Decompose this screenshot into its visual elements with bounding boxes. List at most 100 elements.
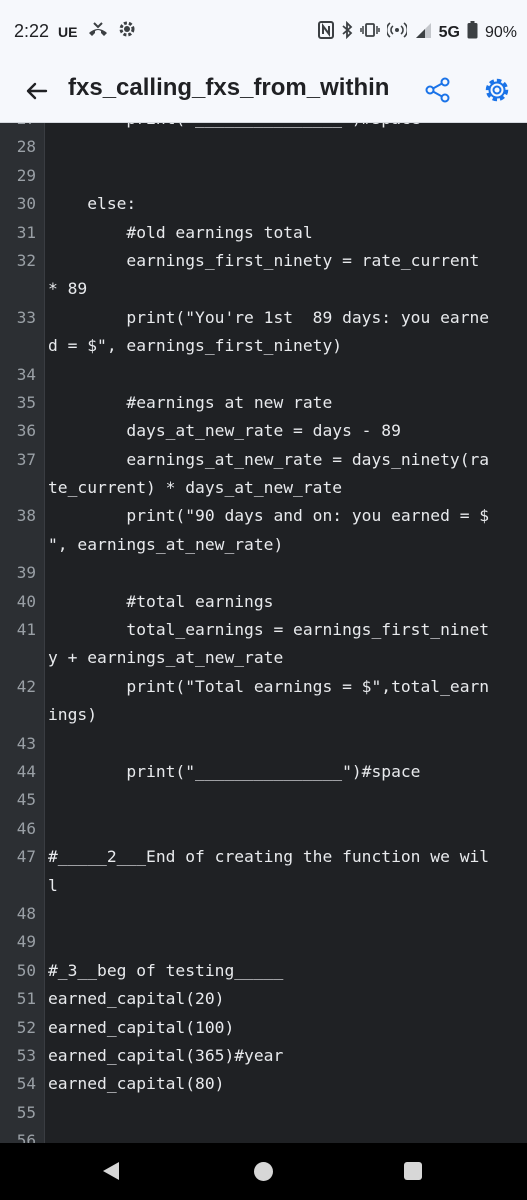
code-line: 50 #_3__beg of testing_____	[0, 957, 527, 985]
code-text: days_at_new_rate = days - 89	[48, 421, 401, 441]
back-arrow-icon	[26, 82, 48, 100]
code-text: * 89	[48, 279, 88, 299]
code-line: 38 print("90 days and on: you earned = $	[0, 502, 527, 530]
line-number: 52	[16, 1017, 36, 1037]
signal-icon	[414, 22, 432, 43]
line-number: 51	[16, 989, 36, 1009]
code-line: 34	[0, 361, 527, 389]
code-text: #_3__beg of testing_____	[48, 960, 284, 980]
line-number: 48	[16, 903, 36, 923]
line-number: 36	[16, 421, 36, 441]
network-type-label: 5G	[438, 23, 460, 41]
nav-home-button[interactable]	[254, 1162, 273, 1181]
code-text: else:	[48, 194, 137, 214]
line-number: 39	[16, 563, 36, 583]
app-bar: fxs_calling_fxs_from_within	[0, 62, 527, 123]
nav-back-button[interactable]	[100, 1160, 122, 1186]
line-number: 42	[16, 676, 36, 696]
battery-percent: 90%	[484, 23, 517, 41]
bluetooth-icon	[341, 20, 353, 44]
line-number: 43	[16, 733, 36, 753]
code-line: ings)	[0, 701, 527, 729]
code-text: earned_capital(365)#year	[48, 1045, 284, 1065]
line-number: 28	[16, 137, 36, 157]
status-time: 2:22	[14, 21, 50, 41]
code-line: 35 #earnings at new rate	[0, 389, 527, 417]
vibrate-icon	[359, 22, 380, 43]
code-line: l	[0, 872, 527, 900]
line-number: 37	[16, 449, 36, 469]
code-line: 36 days_at_new_rate = days - 89	[0, 417, 527, 445]
line-number: 47	[16, 847, 36, 867]
code-line: 56	[0, 1127, 527, 1143]
code-text: earned_capital(80)	[48, 1074, 225, 1094]
code-line: 45	[0, 786, 527, 814]
code-line: 51 earned_capital(20)	[0, 985, 527, 1013]
code-line: 52 earned_capital(100)	[0, 1014, 527, 1042]
back-arrow-button[interactable]	[22, 76, 52, 106]
line-number: 49	[16, 932, 36, 952]
status-right-group: 5G 90%	[317, 20, 517, 44]
status-bar: 2:22 UE 5G 90%	[0, 0, 527, 62]
code-line: 32 earnings_first_ninety = rate_current	[0, 247, 527, 275]
nfc-icon	[317, 21, 334, 44]
hotspot-icon	[385, 21, 408, 44]
line-number: 44	[16, 761, 36, 781]
code-line: 27 print("_______________")#space	[0, 123, 527, 133]
code-line: 33 print("You're 1st 89 days: you earne	[0, 304, 527, 332]
code-line: 37 earnings_at_new_rate = days_ninety(ra	[0, 446, 527, 474]
missed-call-icon	[87, 21, 109, 42]
settings-status-icon	[118, 20, 136, 43]
line-number: 50	[16, 960, 36, 980]
code-text: te_current) * days_at_new_rate	[48, 478, 343, 498]
code-line: 49	[0, 928, 527, 956]
code-text: earned_capital(20)	[48, 989, 225, 1009]
code-text: earnings_at_new_rate = days_ninety(ra	[48, 449, 490, 469]
status-left-group: 2:22 UE	[14, 20, 136, 43]
code-line: * 89	[0, 275, 527, 303]
code-text: #total earnings	[48, 591, 274, 611]
code-line: 40 #total earnings	[0, 588, 527, 616]
gear-icon	[485, 78, 509, 102]
code-text: #old earnings total	[48, 222, 313, 242]
line-number: 34	[16, 364, 36, 384]
code-text: print("90 days and on: you earned = $	[48, 506, 490, 526]
code-line: 41 total_earnings = earnings_first_ninet	[0, 616, 527, 644]
code-line: 43	[0, 730, 527, 758]
code-text: print("_______________")#space	[48, 761, 421, 781]
line-number: 30	[16, 194, 36, 214]
code-line: 54 earned_capital(80)	[0, 1070, 527, 1098]
line-number: 27	[0, 123, 36, 128]
line-number: 53	[16, 1045, 36, 1065]
code-editor[interactable]: 27 print("_______________")#space 28 29 30 …	[0, 123, 527, 1143]
code-text: y + earnings_at_new_rate	[48, 648, 284, 668]
code-line: te_current) * days_at_new_rate	[0, 474, 527, 502]
code-line: y + earnings_at_new_rate	[0, 644, 527, 672]
code-line: d = $", earnings_first_ninety)	[0, 332, 527, 360]
carrier-label: UE	[58, 23, 78, 40]
line-number: 32	[16, 250, 36, 270]
system-nav-bar	[0, 1143, 527, 1200]
share-button[interactable]	[424, 76, 452, 104]
line-number: 41	[16, 620, 36, 640]
code-text: d = $", earnings_first_ninety)	[48, 336, 343, 356]
code-line: ", earnings_at_new_rate)	[0, 531, 527, 559]
code-text: total_earnings = earnings_first_ninet	[48, 620, 490, 640]
code-text: ings)	[48, 705, 98, 725]
code-text: earnings_first_ninety = rate_current	[48, 250, 480, 270]
nav-recents-button[interactable]	[404, 1162, 422, 1180]
line-number: 56	[16, 1131, 36, 1143]
code-text: print("_______________")#space	[48, 123, 420, 128]
code-line: 55	[0, 1099, 527, 1127]
share-icon	[425, 77, 450, 103]
code-line: 42 print("Total earnings = $",total_earn	[0, 673, 527, 701]
code-line: 30 else:	[0, 190, 527, 218]
nav-back-icon	[103, 1162, 119, 1180]
line-number: 31	[16, 222, 36, 242]
code-text: print("You're 1st 89 days: you earne	[48, 307, 490, 327]
settings-button[interactable]	[482, 75, 512, 105]
code-text: l	[48, 875, 58, 895]
code-area: 27 print("_______________")#space 28 29 30 …	[0, 123, 527, 1143]
line-number: 45	[16, 790, 36, 810]
line-number: 46	[16, 818, 36, 838]
